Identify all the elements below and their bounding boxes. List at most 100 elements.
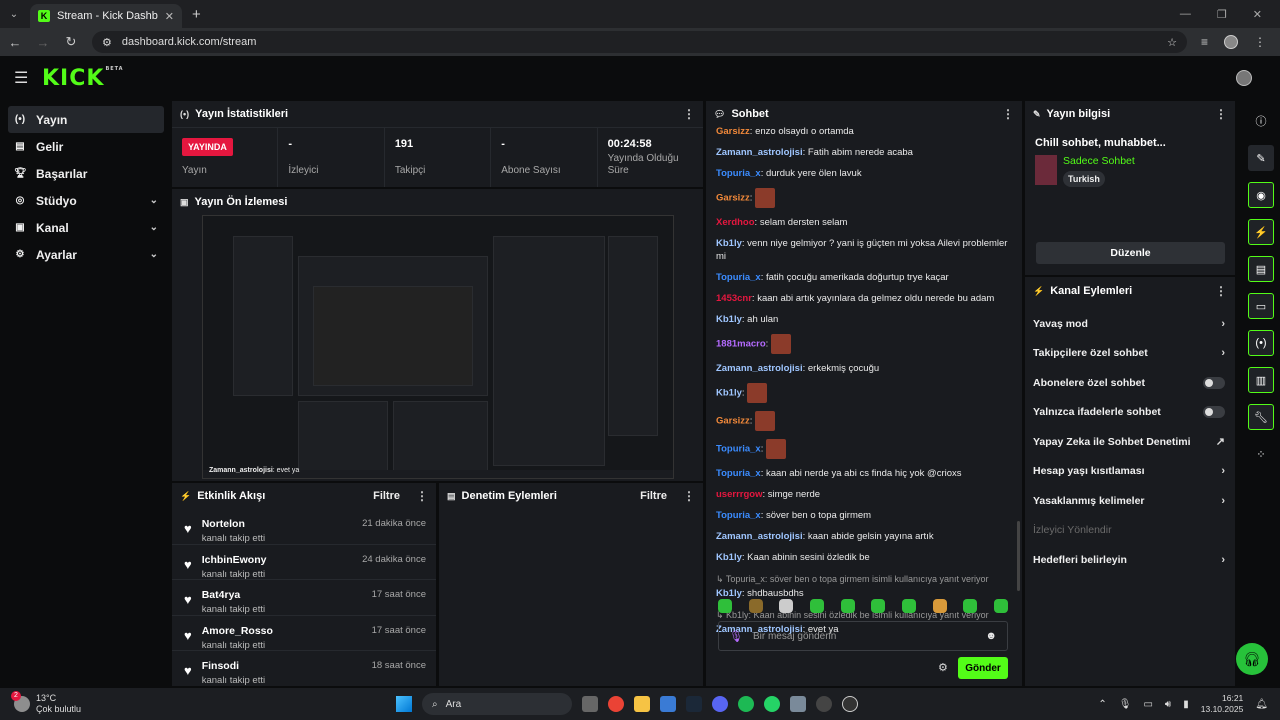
browser-tab[interactable]: K Stream - Kick Dashboard ✕ <box>30 4 182 28</box>
sidebar-item-kanal[interactable]: ▣ Kanal ⌄ <box>8 214 164 241</box>
chat-username[interactable]: Kb1ly <box>716 314 742 325</box>
emote-icon[interactable] <box>871 599 886 613</box>
store-icon[interactable] <box>660 696 676 712</box>
notifications-icon[interactable]: 🔔︎ <box>1255 699 1268 710</box>
user-avatar[interactable] <box>1236 70 1252 86</box>
send-button[interactable]: Gönder <box>958 657 1008 679</box>
emote-icon[interactable] <box>932 599 947 613</box>
broadcast-icon[interactable]: (•) <box>1248 330 1274 356</box>
emote-icon[interactable] <box>809 599 824 613</box>
chat-username[interactable]: Kb1ly <box>716 588 742 599</box>
reload-icon[interactable]: ↻ <box>64 34 78 50</box>
lightning-icon[interactable]: ⚡ <box>1248 219 1274 245</box>
steam-icon[interactable] <box>686 696 702 712</box>
taskbar-search[interactable]: ⌕ Ara <box>422 693 572 715</box>
document-icon[interactable]: ▤ <box>1248 256 1274 282</box>
windows-start-icon[interactable] <box>396 696 412 712</box>
app-icon[interactable] <box>790 696 806 712</box>
url-field[interactable]: ⚙ dashboard.kick.com/stream ☆ <box>92 31 1187 53</box>
volume-icon[interactable]: 🔊︎ <box>1165 699 1171 710</box>
chat-username[interactable]: Zamann_astrolojisi <box>716 363 803 374</box>
action-set-goals[interactable]: Hedefleri belirleyin › <box>1025 545 1235 575</box>
chat-scrollbar[interactable] <box>1017 521 1020 591</box>
profile-avatar[interactable] <box>1224 35 1238 49</box>
media-player-icon[interactable] <box>842 696 858 712</box>
chat-username[interactable]: 1453cnr <box>716 293 752 304</box>
spotify-icon[interactable] <box>738 696 754 712</box>
close-icon[interactable]: ✕ <box>165 10 174 23</box>
more-options-icon[interactable]: ⋮ <box>1215 107 1227 121</box>
clock[interactable]: 16:21 13.10.2025 <box>1201 693 1244 715</box>
chat-username[interactable]: Garsizz <box>716 416 750 427</box>
more-options-icon[interactable]: ⋮ <box>416 489 428 503</box>
camera-icon[interactable]: ◉ <box>1248 182 1274 208</box>
weather-widget[interactable]: 2 13°C Çok bulutlu <box>0 691 200 715</box>
restore-icon[interactable]: ❐ <box>1217 8 1227 21</box>
forward-icon[interactable]: → <box>36 35 50 50</box>
action-banned-words[interactable]: Yasaklanmış kelimeler › <box>1025 486 1235 516</box>
microphone-icon[interactable]: 🎙︎ <box>1119 699 1132 710</box>
chat-username[interactable]: Kb1ly <box>716 388 742 399</box>
chat-username[interactable]: Zamann_astrolojisi <box>716 147 803 158</box>
emote-icon[interactable] <box>963 599 978 613</box>
emote-icon[interactable] <box>718 599 732 613</box>
chat-username[interactable]: Kb1ly <box>716 238 742 249</box>
emote-icon[interactable] <box>840 599 855 613</box>
chrome-icon[interactable] <box>608 696 624 712</box>
chat-username[interactable]: 1881macro <box>716 339 766 350</box>
display-icon[interactable]: ▭ <box>1143 699 1152 710</box>
chat-username[interactable]: Garsizz <box>716 126 750 137</box>
bookmark-star-icon[interactable]: ☆ <box>1167 36 1177 49</box>
chat-username[interactable]: Xerdhoo <box>716 217 755 228</box>
event-user[interactable]: Bat4rya <box>202 589 362 601</box>
task-view-icon[interactable] <box>582 696 598 712</box>
action-ai-moderation[interactable]: Yapay Zeka ile Sohbet Denetimi ↗ <box>1025 427 1235 457</box>
minimize-icon[interactable]: — <box>1180 8 1191 21</box>
chat-username[interactable]: userrrgow <box>716 489 762 500</box>
more-options-icon[interactable]: ⋮ <box>1002 107 1014 121</box>
add-widget-icon[interactable]: ⁘ <box>1248 441 1274 467</box>
sidebar-item-studyo[interactable]: ◎ Stüdyo ⌄ <box>8 187 164 214</box>
event-user[interactable]: Finsodi <box>202 660 362 672</box>
chat-settings-icon[interactable]: ⚙ <box>938 661 948 674</box>
subscribers-only-toggle[interactable] <box>1203 376 1225 389</box>
event-user[interactable]: Amore_Rosso <box>202 625 362 637</box>
new-tab-button[interactable]: + <box>192 6 201 23</box>
battery-icon[interactable]: ▮ <box>1183 699 1189 710</box>
action-account-age[interactable]: Hesap yaşı kısıtlaması › <box>1025 457 1235 487</box>
emote-icon[interactable] <box>901 599 916 613</box>
more-options-icon[interactable]: ⋮ <box>683 107 695 121</box>
microphone-icon[interactable]: 🎙︎ <box>729 630 743 643</box>
sidebar-item-basarilar[interactable]: 🏆︎ Başarılar <box>8 160 164 187</box>
chat-username[interactable]: Topuria_x <box>716 444 761 455</box>
emoji-icon[interactable]: ☻ <box>985 630 997 642</box>
chat-username[interactable]: Topuria_x <box>716 168 761 179</box>
obs-icon[interactable] <box>816 696 832 712</box>
chat-icon[interactable]: ▭ <box>1248 293 1274 319</box>
chat-username[interactable]: Zamann_astrolojisi <box>716 531 803 542</box>
discord-icon[interactable] <box>712 696 728 712</box>
emote-icon[interactable] <box>779 599 794 613</box>
stream-preview-video[interactable]: Zamann_astrolojisi: evet ya <box>202 215 674 479</box>
emote-icon[interactable] <box>993 599 1008 613</box>
sidebar-item-yayin[interactable]: (•) Yayın <box>8 106 164 133</box>
edit-button[interactable]: Düzenle <box>1036 242 1225 264</box>
media-control-icon[interactable]: ≡ <box>1201 35 1208 49</box>
category-name[interactable]: Sadece Sohbet <box>1063 155 1135 167</box>
chat-username[interactable]: Topuria_x <box>716 510 761 521</box>
whatsapp-icon[interactable] <box>764 696 780 712</box>
tab-list-button[interactable]: ⌄ <box>0 0 28 28</box>
window-close-icon[interactable]: ✕ <box>1253 8 1262 21</box>
kick-logo[interactable]: KICKBETA <box>42 66 124 91</box>
file-explorer-icon[interactable] <box>634 696 650 712</box>
layout-icon[interactable]: ▥ <box>1248 367 1274 393</box>
action-followers-only[interactable]: Takipçilere özel sohbet › <box>1025 339 1235 369</box>
chat-username[interactable]: Garsizz <box>716 193 750 204</box>
event-user[interactable]: Nortelon <box>202 518 352 530</box>
more-options-icon[interactable]: ⋮ <box>1215 284 1227 298</box>
action-slow-mode[interactable]: Yavaş mod › <box>1025 309 1235 339</box>
sidebar-item-ayarlar[interactable]: ⚙ Ayarlar ⌄ <box>8 241 164 268</box>
edit-icon[interactable]: ✎ <box>1248 145 1274 171</box>
back-icon[interactable]: ← <box>8 35 22 50</box>
event-user[interactable]: IchbinEwony <box>202 554 352 566</box>
